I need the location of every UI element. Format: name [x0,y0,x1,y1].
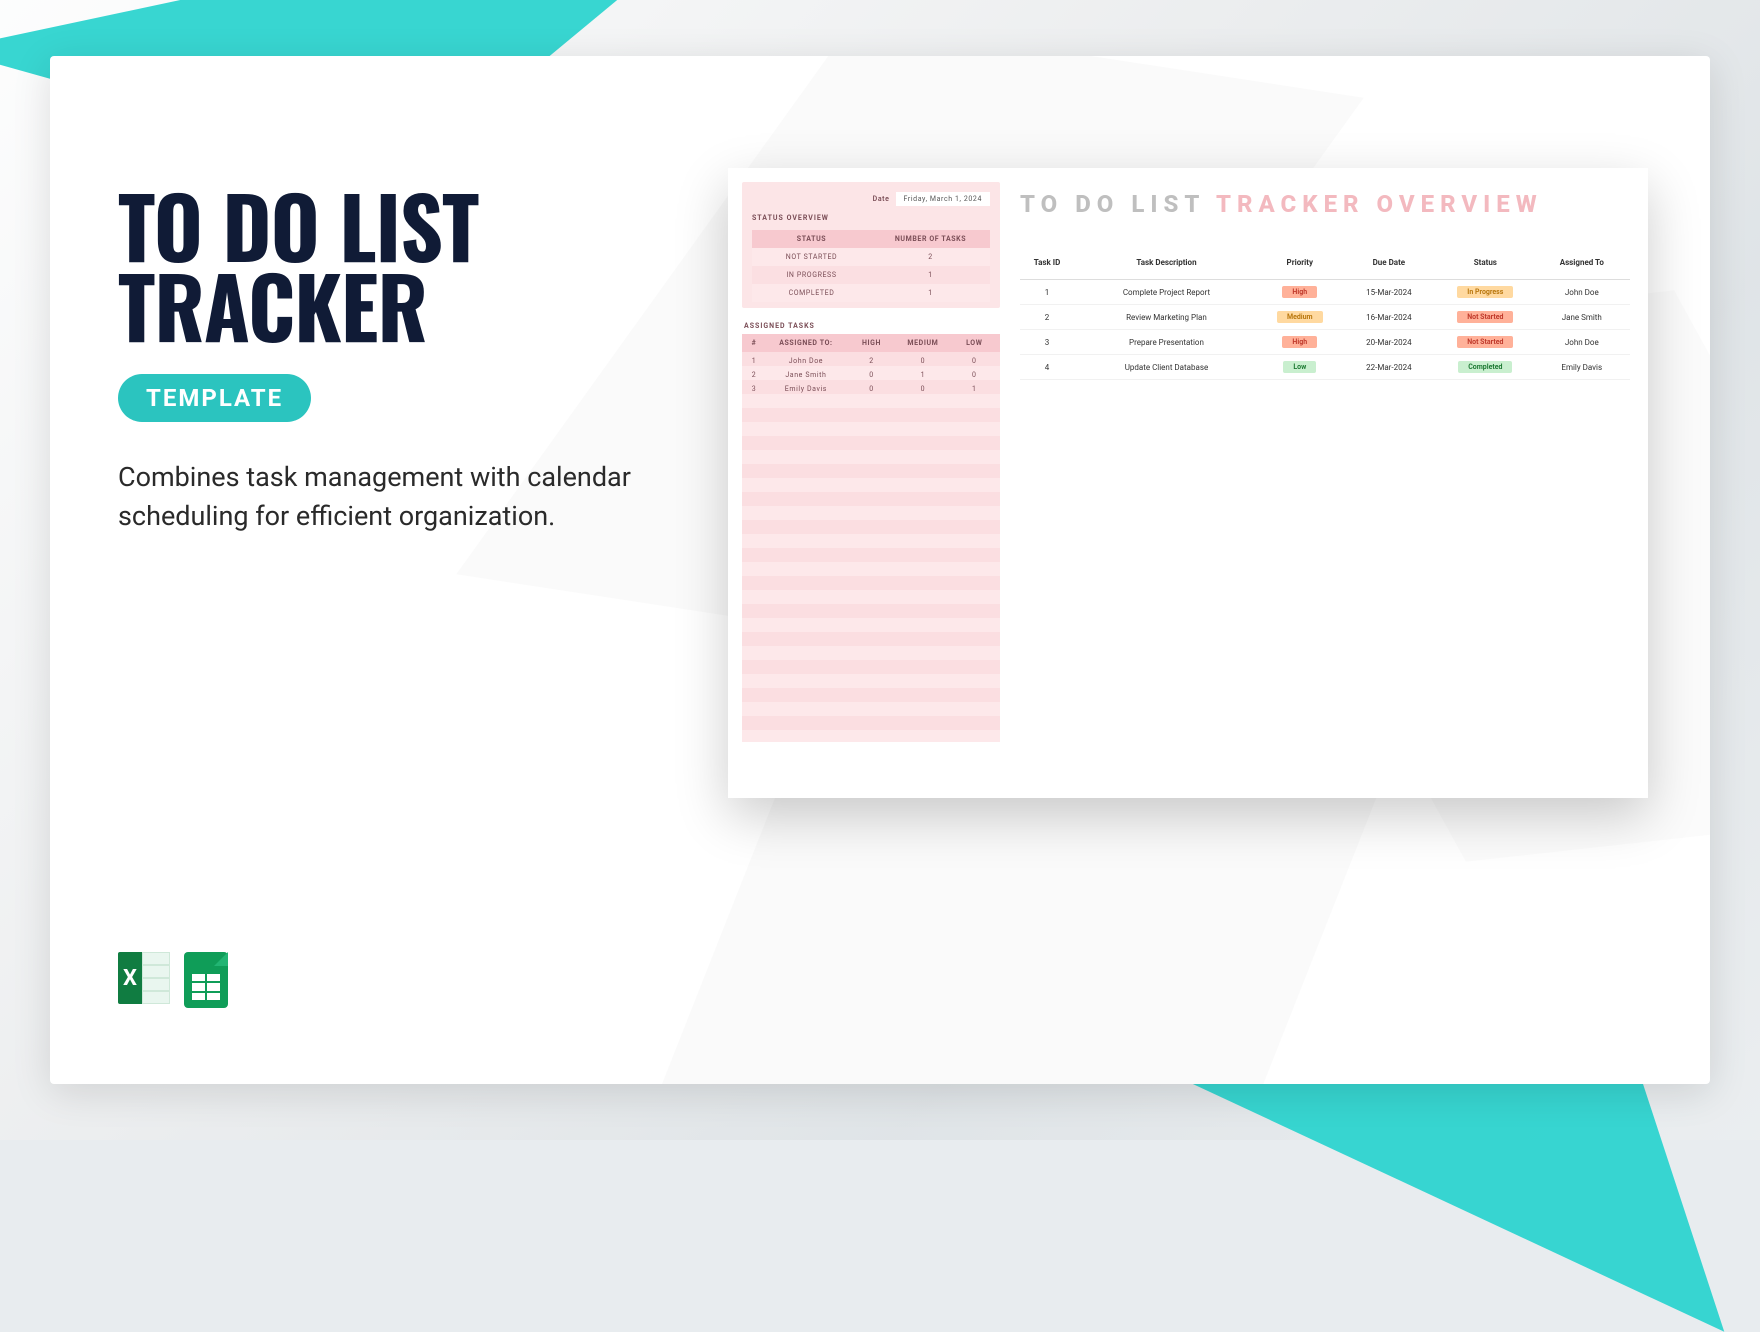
assigned-row: 1 John Doe 2 0 0 [742,352,1000,366]
preview-title: TO DO LIST TRACKER OVERVIEW [1020,190,1630,218]
google-sheets-icon [184,952,236,1004]
status-col: STATUS [752,230,871,248]
assigned-tasks-box: # ASSIGNED TO: HIGH MEDIUM LOW 1 John Do… [742,334,1000,742]
preview-title-a: TO DO LIST [1020,190,1216,218]
assigned-tasks-heading: ASSIGNED TASKS [744,322,1000,330]
date-label: Date [873,195,890,203]
priority-chip: High [1282,286,1317,298]
date-value: Friday, March 1, 2024 [896,192,991,206]
priority-chip: Medium [1277,311,1323,323]
status-row: IN PROGRESS1 [752,266,990,284]
template-preview: Date Friday, March 1, 2024 STATUS OVERVI… [728,168,1648,798]
excel-x: X [118,952,142,1004]
preview-title-b: TRACKER OVERVIEW [1216,190,1543,218]
hero-title: TO DO LIST TRACKER [118,186,678,346]
task-table: Task ID Task Description Priority Due Da… [1020,252,1630,380]
task-row: 4 Update Client Database Low 22-Mar-2024… [1020,355,1630,380]
priority-chip: High [1282,336,1317,348]
template-badge: TEMPLATE [118,374,311,422]
status-row: COMPLETED1 [752,284,990,302]
assigned-row: 3 Emily Davis 0 0 1 [742,380,1000,394]
excel-icon: X [118,952,170,1004]
hero-title-line2: TRACKER [118,266,678,346]
status-chip: Completed [1458,361,1512,373]
preview-left-panel: Date Friday, March 1, 2024 STATUS OVERVI… [742,182,1000,742]
status-overview-heading: STATUS OVERVIEW [752,214,990,222]
status-chip: In Progress [1457,286,1513,298]
hero-description: Combines task management with calendar s… [118,458,638,536]
hero-card: TO DO LIST TRACKER TEMPLATE Combines tas… [50,56,1710,1084]
file-format-icons: X [118,952,236,1004]
task-row: 1 Complete Project Report High 15-Mar-20… [1020,280,1630,305]
priority-chip: Low [1283,361,1316,373]
status-chip: Not Started [1457,311,1513,323]
task-row: 2 Review Marketing Plan Medium 16-Mar-20… [1020,305,1630,330]
status-chip: Not Started [1457,336,1513,348]
count-col: NUMBER OF TASKS [871,230,990,248]
preview-main: TO DO LIST TRACKER OVERVIEW Task ID Task… [1020,190,1630,380]
status-row: NOT STARTED2 [752,248,990,266]
hero-left: TO DO LIST TRACKER TEMPLATE Combines tas… [118,186,678,536]
task-row: 3 Prepare Presentation High 20-Mar-2024 … [1020,330,1630,355]
assigned-row: 2 Jane Smith 0 1 0 [742,366,1000,380]
status-overview-box: Date Friday, March 1, 2024 STATUS OVERVI… [742,182,1000,308]
task-table-header: Task ID Task Description Priority Due Da… [1020,252,1630,280]
status-header-row: STATUS NUMBER OF TASKS [752,230,990,248]
assigned-header: # ASSIGNED TO: HIGH MEDIUM LOW [742,334,1000,352]
